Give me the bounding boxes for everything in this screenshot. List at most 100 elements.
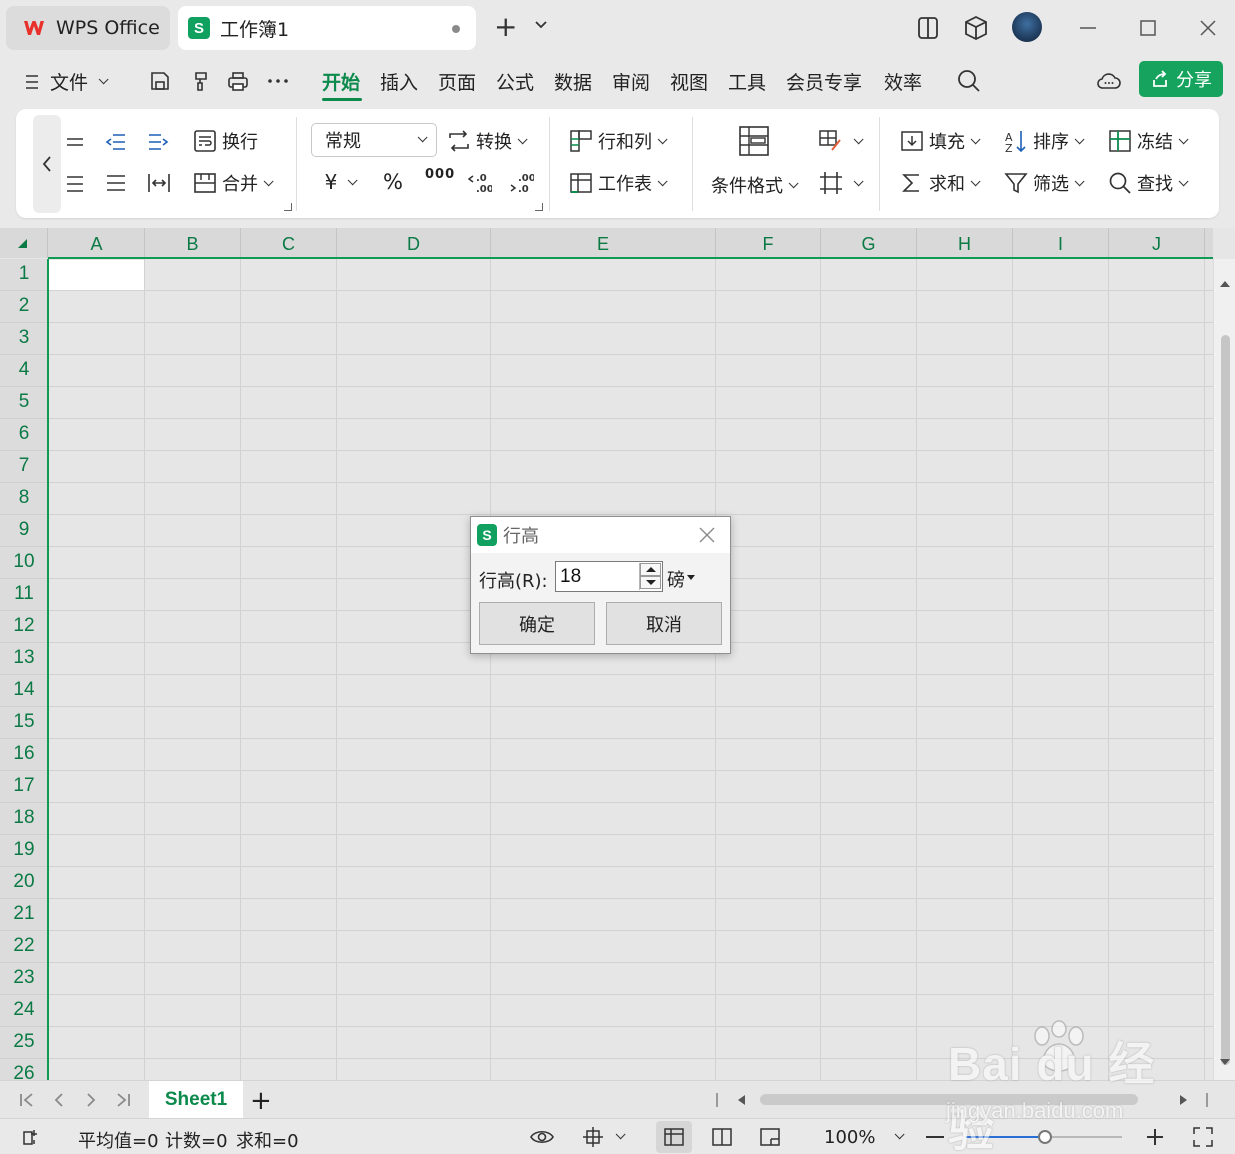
add-sheet-button[interactable]: + — [250, 1086, 272, 1116]
cloud-icon[interactable] — [1096, 68, 1122, 94]
worksheet-button[interactable]: 工作表 — [568, 170, 668, 196]
tab-page[interactable]: 页面 — [438, 68, 476, 95]
border-button[interactable] — [818, 170, 864, 196]
row-header-22[interactable]: 22 — [0, 931, 48, 963]
row-header-24[interactable]: 24 — [0, 995, 48, 1027]
sheet-tab-sheet1[interactable]: Sheet1 — [149, 1081, 243, 1119]
column-header-h[interactable]: H — [917, 228, 1013, 258]
row-header-2[interactable]: 2 — [0, 291, 48, 323]
distribute-icon[interactable] — [146, 171, 172, 195]
column-header-e[interactable]: E — [491, 228, 716, 258]
tab-member[interactable]: 会员专享 — [786, 68, 862, 95]
column-header-j[interactable]: J — [1109, 228, 1205, 258]
page-break-view-icon[interactable] — [759, 1126, 781, 1148]
cube-icon[interactable] — [962, 14, 990, 42]
next-sheet-icon[interactable] — [82, 1091, 100, 1109]
row-header-5[interactable]: 5 — [0, 387, 48, 419]
tab-efficiency[interactable]: 效率 — [884, 68, 922, 95]
row-header-4[interactable]: 4 — [0, 355, 48, 387]
cell-style-button[interactable] — [818, 128, 864, 154]
scroll-up-icon[interactable] — [1220, 281, 1230, 287]
column-header-a[interactable]: A — [49, 228, 145, 258]
macro-record-icon[interactable] — [20, 1126, 42, 1148]
row-header-23[interactable]: 23 — [0, 963, 48, 995]
row-header-6[interactable]: 6 — [0, 419, 48, 451]
cell-area[interactable] — [49, 259, 1213, 1080]
tab-tools[interactable]: 工具 — [728, 68, 766, 95]
conditional-format-icon[interactable] — [736, 123, 772, 159]
align-bottom-icon[interactable] — [64, 172, 86, 194]
tab-insert[interactable]: 插入 — [380, 68, 418, 95]
tab-home[interactable]: 开始 — [322, 68, 360, 95]
tab-review[interactable]: 审阅 — [612, 68, 650, 95]
decrease-indent-icon[interactable] — [104, 131, 128, 153]
tab-data[interactable]: 数据 — [554, 68, 592, 95]
fill-button[interactable]: 填充 — [899, 128, 981, 154]
close-icon[interactable] — [698, 526, 716, 544]
row-header-13[interactable]: 13 — [0, 643, 48, 675]
increase-decimal-icon[interactable]: .0.00 — [466, 170, 492, 196]
save-icon[interactable] — [148, 69, 172, 93]
zoom-out-icon[interactable] — [926, 1136, 944, 1138]
vertical-scrollbar[interactable] — [1213, 259, 1235, 1080]
row-header-1[interactable]: 1 — [0, 259, 48, 291]
merge-cells-button[interactable]: 合并 — [192, 170, 274, 196]
more-icon[interactable] — [266, 69, 290, 93]
zoom-level[interactable]: 100% — [824, 1127, 875, 1148]
share-button[interactable]: 分享 — [1139, 61, 1223, 97]
row-header-18[interactable]: 18 — [0, 803, 48, 835]
search-icon[interactable] — [956, 68, 982, 94]
currency-format-button[interactable]: ¥ — [320, 170, 358, 194]
row-header-25[interactable]: 25 — [0, 1027, 48, 1059]
alignment-settings-launcher[interactable] — [284, 203, 292, 211]
tab-view[interactable]: 视图 — [670, 68, 708, 95]
number-format-select[interactable]: 常规 — [311, 123, 437, 157]
row-header-15[interactable]: 15 — [0, 707, 48, 739]
fullscreen-icon[interactable] — [1192, 1126, 1214, 1148]
user-avatar[interactable] — [1012, 12, 1042, 42]
close-window-icon[interactable] — [1194, 14, 1222, 42]
convert-button[interactable]: 转换 — [446, 128, 528, 154]
maximize-icon[interactable] — [1134, 14, 1162, 42]
row-header-9[interactable]: 9 — [0, 515, 48, 547]
chevron-down-icon[interactable] — [894, 1129, 905, 1140]
decrement-icon[interactable] — [640, 576, 661, 589]
row-header-17[interactable]: 17 — [0, 771, 48, 803]
ribbon-scroll-left-button[interactable] — [33, 115, 61, 213]
rows-columns-button[interactable]: 行和列 — [568, 128, 668, 154]
unit-dropdown[interactable]: 磅 — [667, 566, 695, 592]
row-header-21[interactable]: 21 — [0, 899, 48, 931]
increase-indent-icon[interactable] — [146, 131, 170, 153]
scroll-down-icon[interactable] — [1220, 1059, 1230, 1065]
row-header-3[interactable]: 3 — [0, 323, 48, 355]
select-all-corner[interactable] — [0, 228, 48, 258]
tab-workbook[interactable]: S 工作簿1 — [178, 6, 476, 50]
spreadsheet-grid[interactable]: ABCDEFGHIJ 1 2 3 4 5 6 7 8 9 10 11 12 13 14 15 16 17 18 19… — [0, 228, 1235, 1080]
row-header-26[interactable]: 26 — [0, 1059, 48, 1080]
sort-button[interactable]: AZ 排序 — [1003, 128, 1085, 154]
column-header-c[interactable]: C — [241, 228, 337, 258]
vertical-scroll-thumb[interactable] — [1221, 335, 1230, 1065]
column-header-b[interactable]: B — [145, 228, 241, 258]
filter-button[interactable]: 筛选 — [1003, 170, 1085, 196]
scroll-right-icon[interactable] — [1180, 1095, 1187, 1105]
row-header-8[interactable]: 8 — [0, 483, 48, 515]
device-switch-icon[interactable] — [914, 14, 942, 42]
find-button[interactable]: 查找 — [1107, 170, 1189, 196]
minimize-icon[interactable] — [1074, 14, 1102, 42]
chevron-down-icon[interactable] — [534, 18, 548, 32]
ok-button[interactable]: 确定 — [479, 602, 595, 645]
last-sheet-icon[interactable] — [114, 1091, 132, 1109]
cancel-button[interactable]: 取消 — [606, 602, 722, 645]
row-header-11[interactable]: 11 — [0, 579, 48, 611]
row-height-stepper[interactable] — [639, 563, 661, 590]
scroll-left-icon[interactable] — [738, 1095, 745, 1105]
focus-mode-icon[interactable] — [582, 1126, 604, 1148]
tab-wps-office[interactable]: WPS Office — [6, 6, 170, 50]
row-height-input[interactable]: 18 — [555, 561, 663, 592]
thousands-separator-button[interactable]: 000 — [425, 167, 455, 182]
dialog-title-bar[interactable]: S 行高 — [471, 517, 730, 553]
active-cell[interactable] — [49, 260, 144, 290]
column-header-g[interactable]: G — [821, 228, 917, 258]
row-header-12[interactable]: 12 — [0, 611, 48, 643]
